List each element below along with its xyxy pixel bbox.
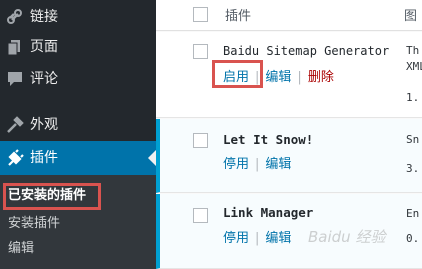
version-text: 3. xyxy=(406,162,420,175)
row-checkbox[interactable] xyxy=(193,133,208,148)
description-text: Th xyxy=(406,44,420,57)
highlight-box xyxy=(3,183,101,210)
plugin-name: Let It Snow! xyxy=(223,132,314,147)
comment-icon xyxy=(6,70,24,88)
menu-label: 插件 xyxy=(30,150,58,166)
description-text: En xyxy=(406,207,420,220)
menu-label: 外观 xyxy=(30,117,58,133)
column-plugin: 插件 xyxy=(225,9,252,24)
delete-link[interactable]: 删除 xyxy=(308,70,334,85)
menu-item-appearance[interactable]: 外观 xyxy=(0,108,156,143)
description-text: Sn xyxy=(406,133,420,146)
link-icon xyxy=(6,8,24,26)
column-description: 图 xyxy=(404,9,418,24)
admin-sidebar: 链接 页面 评论 外观 插件 已安装的插件 安装插件 编辑 xyxy=(0,0,156,269)
page-icon xyxy=(6,38,24,56)
highlight-box xyxy=(212,60,263,88)
submenu-add-plugins[interactable]: 安装插件 xyxy=(8,215,60,233)
menu-item-pages[interactable]: 页面 xyxy=(0,30,156,65)
table-row: Baidu Sitemap Generator 启用|编辑|删除 Th XML … xyxy=(156,32,422,118)
menu-item-comments[interactable]: 评论 xyxy=(0,62,156,97)
table-header: 插件 图 xyxy=(156,0,422,31)
watermark: Baidu 经验 xyxy=(308,228,386,246)
version-text: 0. xyxy=(406,232,420,245)
table-row: Let It Snow! 停用 | 编辑 Sn 3. xyxy=(156,119,422,193)
menu-item-plugins[interactable]: 插件 xyxy=(0,141,156,176)
edit-link[interactable]: 编辑 xyxy=(265,231,291,246)
deactivate-link[interactable]: 停用 xyxy=(223,231,249,246)
row-actions: 停用 | 编辑 xyxy=(223,157,292,172)
deactivate-link[interactable]: 停用 xyxy=(223,157,249,172)
plugin-icon xyxy=(6,149,24,167)
select-all-checkbox[interactable] xyxy=(193,7,208,22)
menu-label: 链接 xyxy=(30,9,58,25)
description-text: XML xyxy=(406,60,422,73)
edit-link[interactable]: 编辑 xyxy=(265,70,291,85)
row-actions: 停用 | 编辑 xyxy=(223,231,292,246)
active-arrow xyxy=(148,150,156,166)
plugin-name: Link Manager xyxy=(223,205,314,220)
menu-label: 评论 xyxy=(30,71,58,87)
row-checkbox[interactable] xyxy=(193,208,208,223)
edit-link[interactable]: 编辑 xyxy=(265,157,291,172)
row-checkbox[interactable] xyxy=(193,44,208,59)
version-text: 1. xyxy=(406,91,420,104)
submenu-editor[interactable]: 编辑 xyxy=(8,240,34,258)
menu-label: 页面 xyxy=(30,39,58,55)
plugin-name: Baidu Sitemap Generator xyxy=(223,44,390,58)
appearance-icon xyxy=(6,116,24,134)
